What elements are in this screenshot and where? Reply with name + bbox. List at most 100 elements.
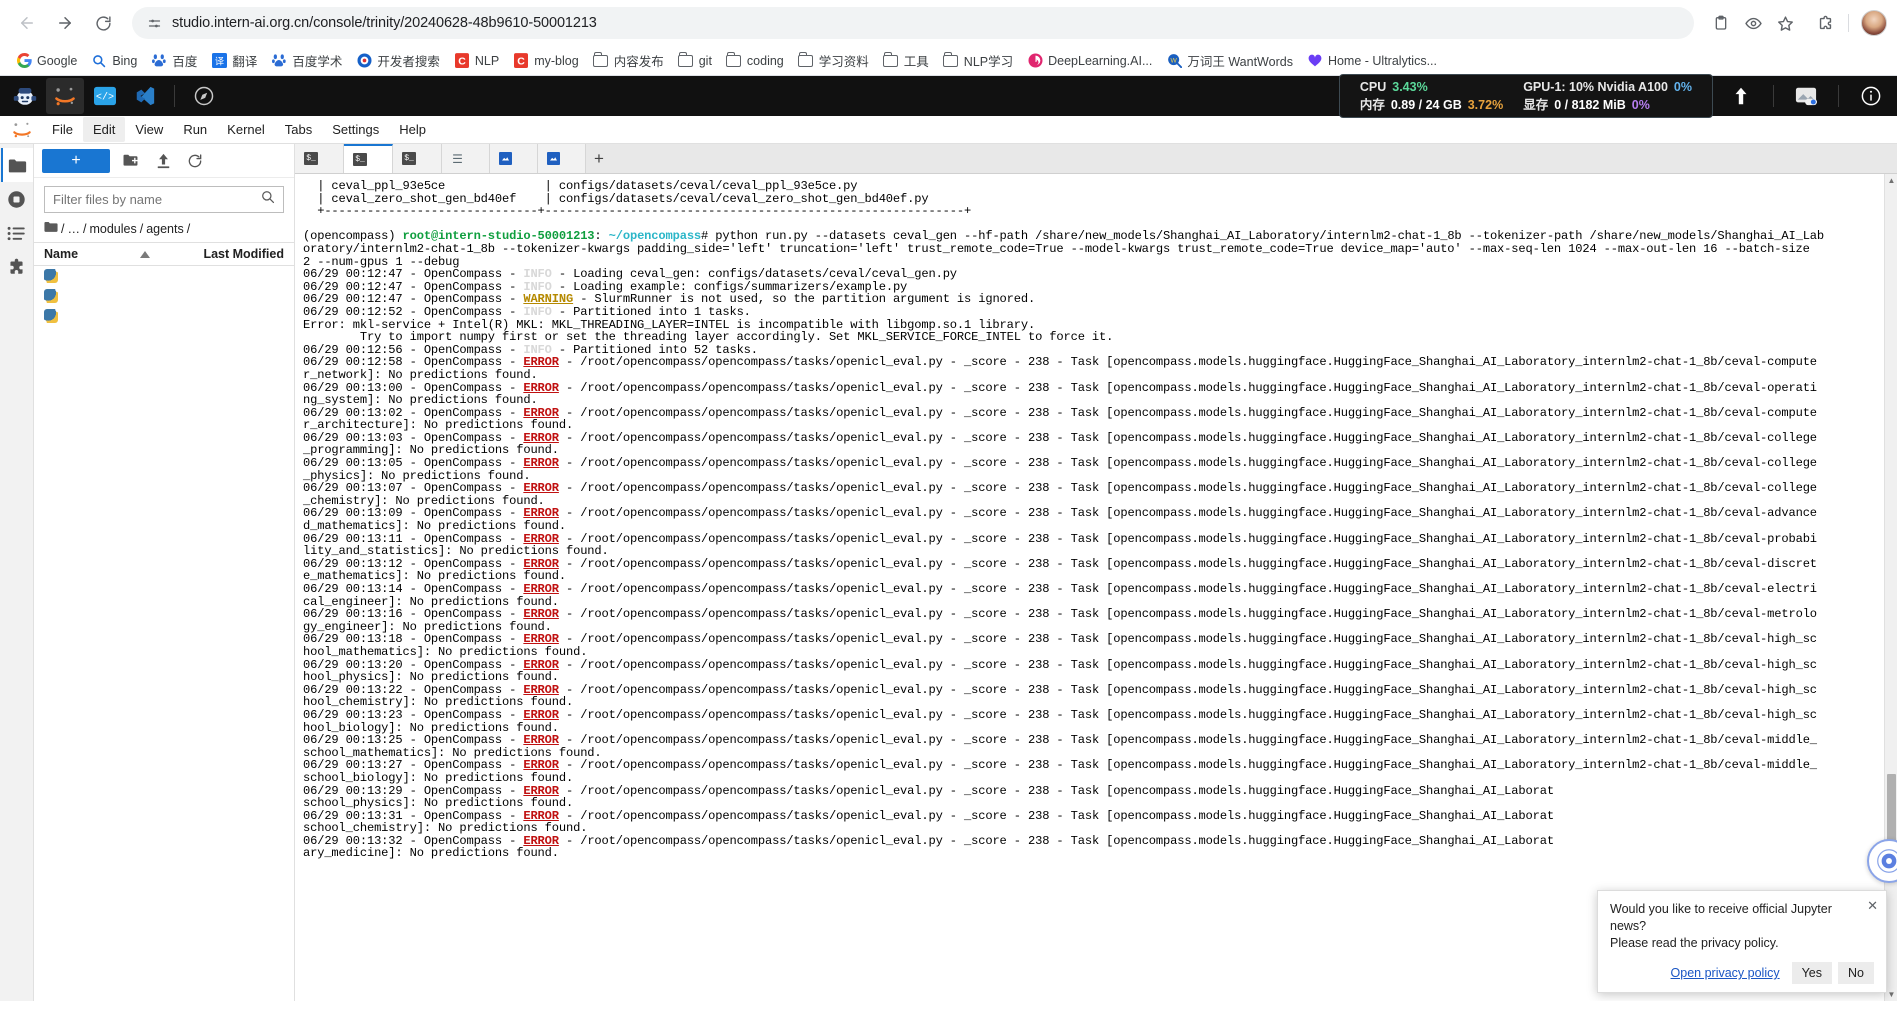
intern-studio-robot-icon[interactable] <box>6 78 44 114</box>
code-server-icon[interactable]: </> <box>86 78 124 114</box>
bookmark-label: 翻译 <box>232 55 258 69</box>
bookmark-my-blog[interactable]: Cmy-blog <box>507 50 584 72</box>
bookmark-nlp[interactable]: C NLP <box>448 50 505 72</box>
new-tab-button[interactable]: + <box>586 144 612 173</box>
menu-view[interactable]: View <box>125 117 173 142</box>
breadcrumb-segment[interactable]: / <box>83 222 86 236</box>
bookmark-nlp[interactable]: NLP学习 <box>937 48 1019 73</box>
bookmark-[interactable]: 开发者搜索 <box>350 48 446 73</box>
new-folder-icon[interactable] <box>120 150 142 172</box>
info-circle-icon[interactable] <box>1851 79 1891 113</box>
bookmark-star-icon[interactable] <box>1770 8 1800 38</box>
memory-percent: 3.72% <box>1467 98 1504 112</box>
column-header-name[interactable]: Name <box>44 247 203 261</box>
address-bar[interactable]: studio.intern-ai.org.cn/console/trinity/… <box>132 7 1694 39</box>
terminal-line: 06/29 00:12:52 - OpenCompass - INFO - Pa… <box>303 304 751 319</box>
filter-files-input[interactable] <box>53 192 261 207</box>
breadcrumb-root-folder-icon[interactable] <box>44 221 58 236</box>
commands-list-icon[interactable] <box>1 216 33 250</box>
toast-actions: Open privacy policy Yes No <box>1610 962 1874 984</box>
dock-tab-4[interactable] <box>490 144 538 173</box>
image-toggle-icon[interactable] <box>1786 79 1826 113</box>
bookmark-[interactable]: 内容发布 <box>587 48 670 73</box>
clipboard-icon[interactable] <box>1706 8 1736 38</box>
breadcrumb[interactable]: /… / modules / agents / <box>34 217 294 242</box>
menu-edit[interactable]: Edit <box>82 117 126 142</box>
file-list-item[interactable] <box>34 286 294 306</box>
jupyterlab-icon[interactable] <box>46 78 84 114</box>
new-launcher-button[interactable]: + <box>42 148 110 173</box>
bookmark-label: Home - Ultralytics... <box>1327 53 1437 68</box>
bookmark-label: DeepLearning.AI... <box>1048 53 1153 68</box>
bookmark-label: my-blog <box>534 53 579 68</box>
svg-text:译: 译 <box>215 56 224 66</box>
breadcrumb-segment[interactable]: … <box>67 222 80 236</box>
toast-no-button[interactable]: No <box>1838 962 1874 984</box>
refresh-icon[interactable] <box>184 150 206 172</box>
compass-icon[interactable] <box>185 78 223 114</box>
menu-help[interactable]: Help <box>389 117 436 142</box>
menu-tabs[interactable]: Tabs <box>275 117 322 142</box>
forward-arrow-icon[interactable] <box>48 6 82 40</box>
scroll-up-icon[interactable]: ▲ <box>1885 174 1897 187</box>
dock-tab-0[interactable]: $_ <box>295 144 344 173</box>
bookmark-[interactable]: 百度学术 <box>265 48 348 73</box>
folder-icon[interactable] <box>0 148 33 182</box>
menu-kernel[interactable]: Kernel <box>217 117 275 142</box>
toast-yes-button[interactable]: Yes <box>1791 962 1833 984</box>
file-filter-box[interactable] <box>44 186 284 213</box>
breadcrumb-segment[interactable]: modules <box>89 222 136 236</box>
bookmark-[interactable]: 译翻译 <box>205 48 263 73</box>
bookmark-[interactable]: 学习资料 <box>792 48 875 73</box>
menu-file[interactable]: File <box>42 117 83 142</box>
folder-icon <box>593 51 609 69</box>
avatar[interactable] <box>1861 10 1887 36</box>
dock-tab-5[interactable] <box>538 144 586 173</box>
terminal-output[interactable]: | ceval_ppl_93e5ce | configs/datasets/ce… <box>295 174 1884 1001</box>
dock-tab-2[interactable]: $_ <box>393 144 442 173</box>
breadcrumb-segment[interactable]: / <box>187 222 190 236</box>
breadcrumb-segment[interactable]: agents <box>146 222 184 236</box>
terminal-line: oratory/internlm2-chat-1_8b --tokenizer-… <box>303 241 1810 256</box>
upload-icon[interactable] <box>152 150 174 172</box>
back-arrow-icon[interactable] <box>10 6 44 40</box>
eye-icon[interactable] <box>1738 8 1768 38</box>
extensions-puzzle-icon[interactable] <box>1 250 33 284</box>
bookmark-[interactable]: 百度 <box>145 48 203 73</box>
reload-icon[interactable] <box>86 6 120 40</box>
column-header-modified[interactable]: Last Modified <box>203 247 284 261</box>
open-privacy-policy-link[interactable]: Open privacy policy <box>1665 963 1786 983</box>
terminal-line: ary_medicine]: No predictions found. <box>303 846 559 861</box>
upload-arrow-icon[interactable] <box>1721 79 1761 113</box>
bookmark-wantwords[interactable]: W 万词王 WantWords <box>1160 48 1299 73</box>
dock-tab-3[interactable]: ☰ <box>442 144 490 173</box>
extensions-puzzle-icon[interactable] <box>1810 8 1840 38</box>
bookmark-bing[interactable]: Bing <box>85 50 143 72</box>
vram-percent: 0% <box>1631 98 1650 112</box>
running-stop-icon[interactable] <box>1 182 33 216</box>
file-list <box>34 266 294 326</box>
breadcrumb-segment[interactable]: / <box>61 222 64 236</box>
dock-tab-1[interactable]: $_ <box>344 144 393 173</box>
bookmark-[interactable]: 工具 <box>877 48 935 73</box>
toolbar-divider <box>1848 14 1849 32</box>
bookmark-git[interactable]: git <box>672 50 718 72</box>
bookmark-deeplearning-ai[interactable]: DeepLearning.AI... <box>1021 50 1158 72</box>
file-list-item[interactable] <box>34 306 294 326</box>
close-icon[interactable]: ✕ <box>1867 898 1878 914</box>
bookmark-google[interactable]: Google <box>10 50 83 72</box>
menu-settings[interactable]: Settings <box>322 117 389 142</box>
bookmark-coding[interactable]: coding <box>720 50 790 72</box>
terminal-line: 06/29 00:13:25 - OpenCompass - ERROR - /… <box>303 733 1817 748</box>
site-settings-icon[interactable] <box>146 15 162 31</box>
topbar-right-actions <box>1721 79 1891 113</box>
file-list-item[interactable] <box>34 266 294 286</box>
menu-run[interactable]: Run <box>173 117 217 142</box>
bookmark-label: 内容发布 <box>613 55 664 69</box>
bookmark-label: 工具 <box>903 55 929 69</box>
bookmark-home-ultralytics[interactable]: Home - Ultralytics... <box>1301 50 1443 72</box>
bookmarks-bar: Google Bing 百度译翻译 百度学术 开发者搜索 C NLP Cmy-blog 内容发布… <box>0 46 1897 76</box>
breadcrumb-segment[interactable]: / <box>140 222 143 236</box>
bookmark-label: 开发者搜索 <box>377 55 440 69</box>
vscode-icon[interactable] <box>126 78 164 114</box>
